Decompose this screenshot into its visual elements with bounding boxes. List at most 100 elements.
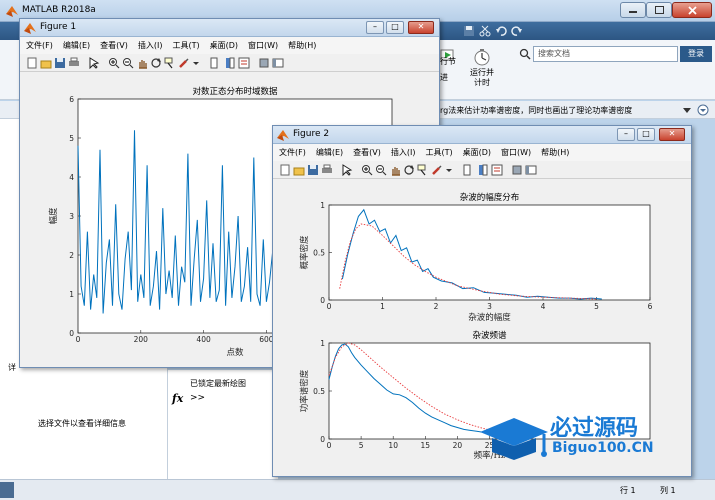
- pan-icon[interactable]: [136, 57, 148, 69]
- menu-insert[interactable]: 插入(I): [138, 37, 163, 54]
- menu-window[interactable]: 窗口(W): [248, 37, 278, 54]
- hide-plot-tools-icon[interactable]: [258, 57, 270, 69]
- save-figure-icon[interactable]: [54, 57, 66, 69]
- open-file-icon[interactable]: [293, 164, 305, 176]
- status-row: 行 1: [620, 485, 636, 496]
- menu-tools[interactable]: 工具(T): [172, 37, 199, 54]
- show-plot-tools-icon[interactable]: [272, 57, 284, 69]
- brush-menu-icon[interactable]: [192, 57, 200, 69]
- undo-icon[interactable]: [495, 25, 507, 37]
- figure-1-minimize-button[interactable]: –: [366, 21, 384, 34]
- status-indicator: [0, 482, 14, 498]
- colorbar-icon[interactable]: [477, 164, 489, 176]
- zoom-out-icon[interactable]: [122, 57, 134, 69]
- figure-2-maximize-button[interactable]: □: [637, 128, 655, 141]
- run-and-time-label[interactable]: 运行并 计时: [466, 68, 498, 88]
- minimize-button[interactable]: [620, 2, 646, 18]
- figure-1-close-button[interactable]: ✕: [408, 21, 434, 34]
- menu-edit[interactable]: 编辑(E): [316, 144, 343, 161]
- watermark-site: Biguo100.CN: [552, 440, 654, 456]
- hide-plot-tools-icon[interactable]: [511, 164, 523, 176]
- figure-icon: [24, 23, 36, 34]
- open-file-icon[interactable]: [40, 57, 52, 69]
- chevron-down-icon[interactable]: [683, 106, 691, 114]
- menu-desktop[interactable]: 桌面(D): [210, 37, 238, 54]
- menu-file[interactable]: 文件(F): [279, 144, 306, 161]
- x-tick-label: 0: [327, 441, 332, 450]
- menu-view[interactable]: 查看(V): [100, 37, 128, 54]
- panel-menu-icon[interactable]: [697, 104, 709, 116]
- y-tick-label: 1: [320, 201, 325, 210]
- pan-icon[interactable]: [389, 164, 401, 176]
- figure-2-toolbar: [273, 161, 691, 179]
- menu-help[interactable]: 帮助(H): [288, 37, 316, 54]
- pointer-icon[interactable]: [88, 57, 100, 69]
- status-row-value: 1: [630, 486, 636, 495]
- menu-file[interactable]: 文件(F): [26, 37, 53, 54]
- x-tick-label: 20: [453, 441, 463, 450]
- y-tick-label: 4: [69, 173, 74, 182]
- legend-icon[interactable]: [491, 164, 503, 176]
- menu-desktop[interactable]: 桌面(D): [463, 144, 491, 161]
- colorbar-icon[interactable]: [224, 57, 236, 69]
- menu-view[interactable]: 查看(V): [353, 144, 381, 161]
- x-tick-label: 3: [487, 302, 492, 311]
- legend-icon[interactable]: [238, 57, 250, 69]
- x-tick-label: 1: [380, 302, 385, 311]
- save-icon[interactable]: [463, 25, 475, 37]
- data-cursor-icon[interactable]: [417, 164, 429, 176]
- login-button[interactable]: 登录: [680, 46, 712, 62]
- maximize-icon: [654, 6, 664, 14]
- y-axis-label: 功率谱密度: [299, 369, 310, 412]
- redo-icon[interactable]: [511, 25, 523, 37]
- maximize-button[interactable]: [646, 2, 672, 18]
- advance-label[interactable]: 进: [440, 72, 448, 83]
- y-tick-label: 0: [320, 296, 325, 305]
- print-icon[interactable]: [321, 164, 333, 176]
- watermark-logo: 必过源码 Biguo100.CN: [478, 410, 678, 470]
- pointer-icon[interactable]: [341, 164, 353, 176]
- menu-tools[interactable]: 工具(T): [425, 144, 452, 161]
- close-button[interactable]: [672, 2, 712, 18]
- figure-2-close-button[interactable]: ✕: [659, 128, 685, 141]
- status-col-label: 列: [660, 486, 668, 495]
- y-axis-label: 概率密度: [299, 235, 310, 270]
- zoom-in-icon[interactable]: [108, 57, 120, 69]
- zoom-in-icon[interactable]: [361, 164, 373, 176]
- run-section-label[interactable]: 行节: [440, 56, 456, 67]
- figure-2-title: Figure 2: [293, 129, 330, 139]
- rotate-icon[interactable]: [403, 164, 415, 176]
- rotate-icon[interactable]: [150, 57, 162, 69]
- save-figure-icon[interactable]: [307, 164, 319, 176]
- figure-2-minimize-button[interactable]: –: [617, 128, 635, 141]
- zoom-out-icon[interactable]: [375, 164, 387, 176]
- brush-icon[interactable]: [178, 57, 190, 69]
- menu-window[interactable]: 窗口(W): [501, 144, 531, 161]
- search-icon[interactable]: [519, 48, 531, 60]
- link-plot-icon[interactable]: [461, 164, 473, 176]
- data-cursor-icon[interactable]: [164, 57, 176, 69]
- menu-insert[interactable]: 插入(I): [391, 144, 416, 161]
- figure-1-title-bar: Figure 1 – □ ✕: [20, 19, 439, 37]
- figure-1-title: Figure 1: [40, 22, 77, 32]
- new-figure-icon[interactable]: [279, 164, 291, 176]
- menu-help[interactable]: 帮助(H): [541, 144, 569, 161]
- function-browser-icon[interactable]: fx: [172, 392, 183, 405]
- show-plot-tools-icon[interactable]: [525, 164, 537, 176]
- print-icon[interactable]: [68, 57, 80, 69]
- run-and-time-icon[interactable]: [473, 48, 491, 66]
- x-tick-label: 0: [327, 302, 332, 311]
- new-figure-icon[interactable]: [26, 57, 38, 69]
- search-input[interactable]: 搜索文档: [533, 46, 678, 62]
- matlab-logo-icon: [6, 6, 18, 17]
- menu-edit[interactable]: 编辑(E): [63, 37, 90, 54]
- x-tick-label: 2: [434, 302, 439, 311]
- brush-menu-icon[interactable]: [445, 164, 453, 176]
- brush-icon[interactable]: [431, 164, 443, 176]
- command-prompt[interactable]: >>: [190, 393, 205, 403]
- figure-1-maximize-button[interactable]: □: [386, 21, 404, 34]
- x-tick-label: 5: [359, 441, 364, 450]
- cut-icon[interactable]: [479, 25, 491, 37]
- link-plot-icon[interactable]: [208, 57, 220, 69]
- status-row-label: 行: [620, 486, 628, 495]
